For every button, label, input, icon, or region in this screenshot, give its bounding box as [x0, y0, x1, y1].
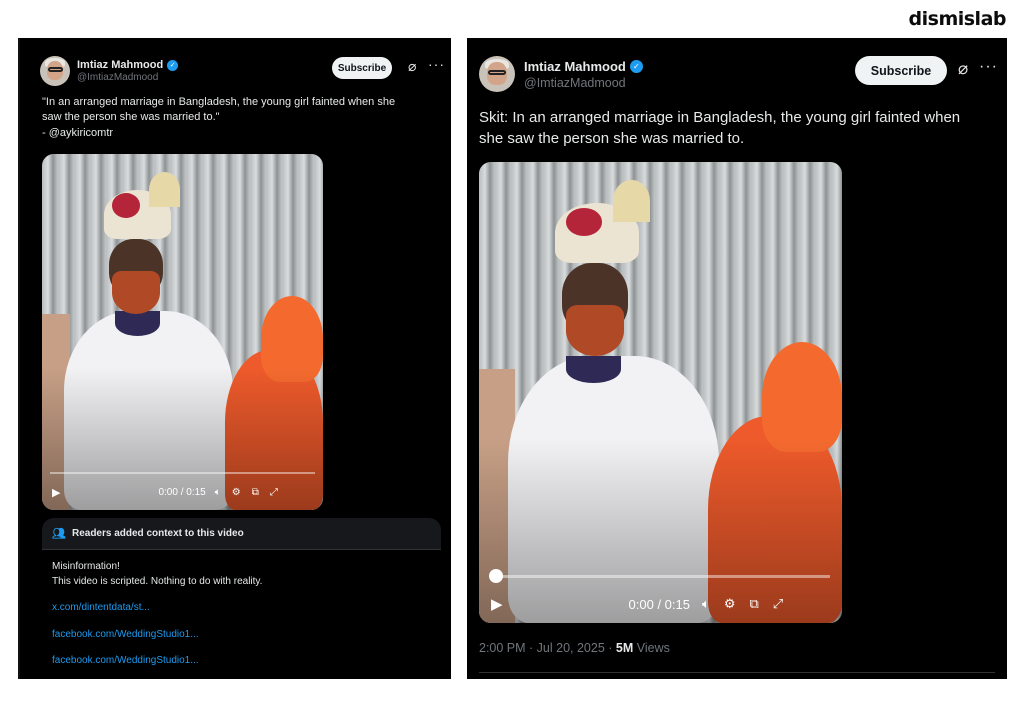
tweet-text: "In an arranged marriage in Bangladesh, … — [42, 96, 396, 139]
video-controls: ▶ 0:00 / 0:15 🔈︎ ⚙ ⧉ ⤢ — [491, 593, 836, 615]
note-line: This video is scripted. Nothing to do wi… — [52, 575, 263, 587]
progress-knob[interactable] — [489, 569, 503, 583]
more-icon[interactable]: ··· — [428, 56, 445, 72]
video-time: 0:00 / 0:15 — [158, 486, 206, 498]
author-name[interactable]: Imtiaz Mahmood — [524, 59, 626, 74]
note-link[interactable]: facebook.com/WeddingStudio1... — [52, 628, 431, 643]
divider — [479, 672, 995, 673]
fullscreen-icon[interactable]: ⤢ — [773, 596, 783, 612]
left-tweet-panel: Imtiaz Mahmood ✓ @ImtiazMadmood Subscrib… — [18, 38, 451, 679]
views-count: 5M — [615, 641, 634, 655]
verified-badge-icon: ✓ — [167, 59, 179, 71]
author-handle[interactable]: @ImtiazMadmood — [524, 76, 643, 90]
note-header: Readers added context to this video — [71, 528, 244, 539]
video-progress[interactable] — [489, 569, 830, 583]
video-player[interactable]: ▶ 0:00 / 0:15 🔈︎ ⚙ ⧉ ⤢ — [479, 162, 842, 623]
play-icon[interactable]: ▶ — [491, 595, 503, 613]
views-label: Views — [633, 641, 670, 655]
right-tweet-panel: Imtiaz Mahmood ✓ @ImtiazMadmood Subscrib… — [467, 38, 1007, 679]
subscribe-button[interactable]: Subscribe — [855, 56, 947, 85]
note-line: Misinformation! — [52, 561, 120, 572]
author-name[interactable]: Imtiaz Mahmood — [77, 59, 163, 71]
tweet-header: Imtiaz Mahmood ✓ @ImtiazMadmood — [479, 56, 643, 92]
author-handle[interactable]: @ImtiazMadmood — [77, 72, 178, 83]
tweet-meta: 2:00 PM · Jul 20, 2025 · 5M Views — [479, 641, 670, 655]
gear-icon[interactable]: ⚙ — [724, 596, 736, 612]
grok-icon[interactable]: ⌀ — [408, 58, 416, 75]
video-progress[interactable] — [50, 472, 315, 474]
video-controls: ▶ 0:00 / 0:15 🔈︎ ⚙ ⧉ ⤢ — [52, 482, 317, 502]
subscribe-button[interactable]: Subscribe — [332, 57, 392, 79]
tweet-text: Skit: In an arranged marriage in Banglad… — [479, 109, 961, 147]
video-time: 0:00 / 0:15 — [628, 596, 690, 612]
pip-icon[interactable]: ⧉ — [749, 596, 758, 612]
more-icon[interactable]: ··· — [979, 58, 998, 76]
volume-icon[interactable]: 🔈︎ — [702, 596, 710, 612]
avatar[interactable] — [40, 56, 70, 86]
volume-icon[interactable]: 🔈︎ — [215, 487, 221, 498]
tweet-header: Imtiaz Mahmood ✓ @ImtiazMadmood — [40, 56, 179, 86]
people-icon: 👥︎ — [52, 528, 66, 540]
video-player[interactable]: ▶ 0:00 / 0:15 🔈︎ ⚙ ⧉ ⤢ — [42, 154, 323, 510]
brand-logo: dismislab — [908, 8, 1007, 30]
note-link[interactable]: facebook.com/WeddingStudio1... — [52, 654, 431, 669]
tweet-timestamp[interactable]: 2:00 PM · Jul 20, 2025 · — [479, 641, 616, 655]
community-note: 👥︎ Readers added context to this video M… — [42, 518, 441, 679]
grok-icon[interactable]: ⌀ — [958, 59, 968, 79]
avatar[interactable] — [479, 56, 515, 92]
pip-icon[interactable]: ⧉ — [252, 487, 259, 498]
note-link[interactable]: x.com/dintentdata/st... — [52, 601, 431, 616]
verified-badge-icon: ✓ — [629, 59, 643, 73]
fullscreen-icon[interactable]: ⤢ — [270, 487, 278, 498]
gear-icon[interactable]: ⚙ — [232, 487, 241, 498]
play-icon[interactable]: ▶ — [52, 486, 60, 499]
